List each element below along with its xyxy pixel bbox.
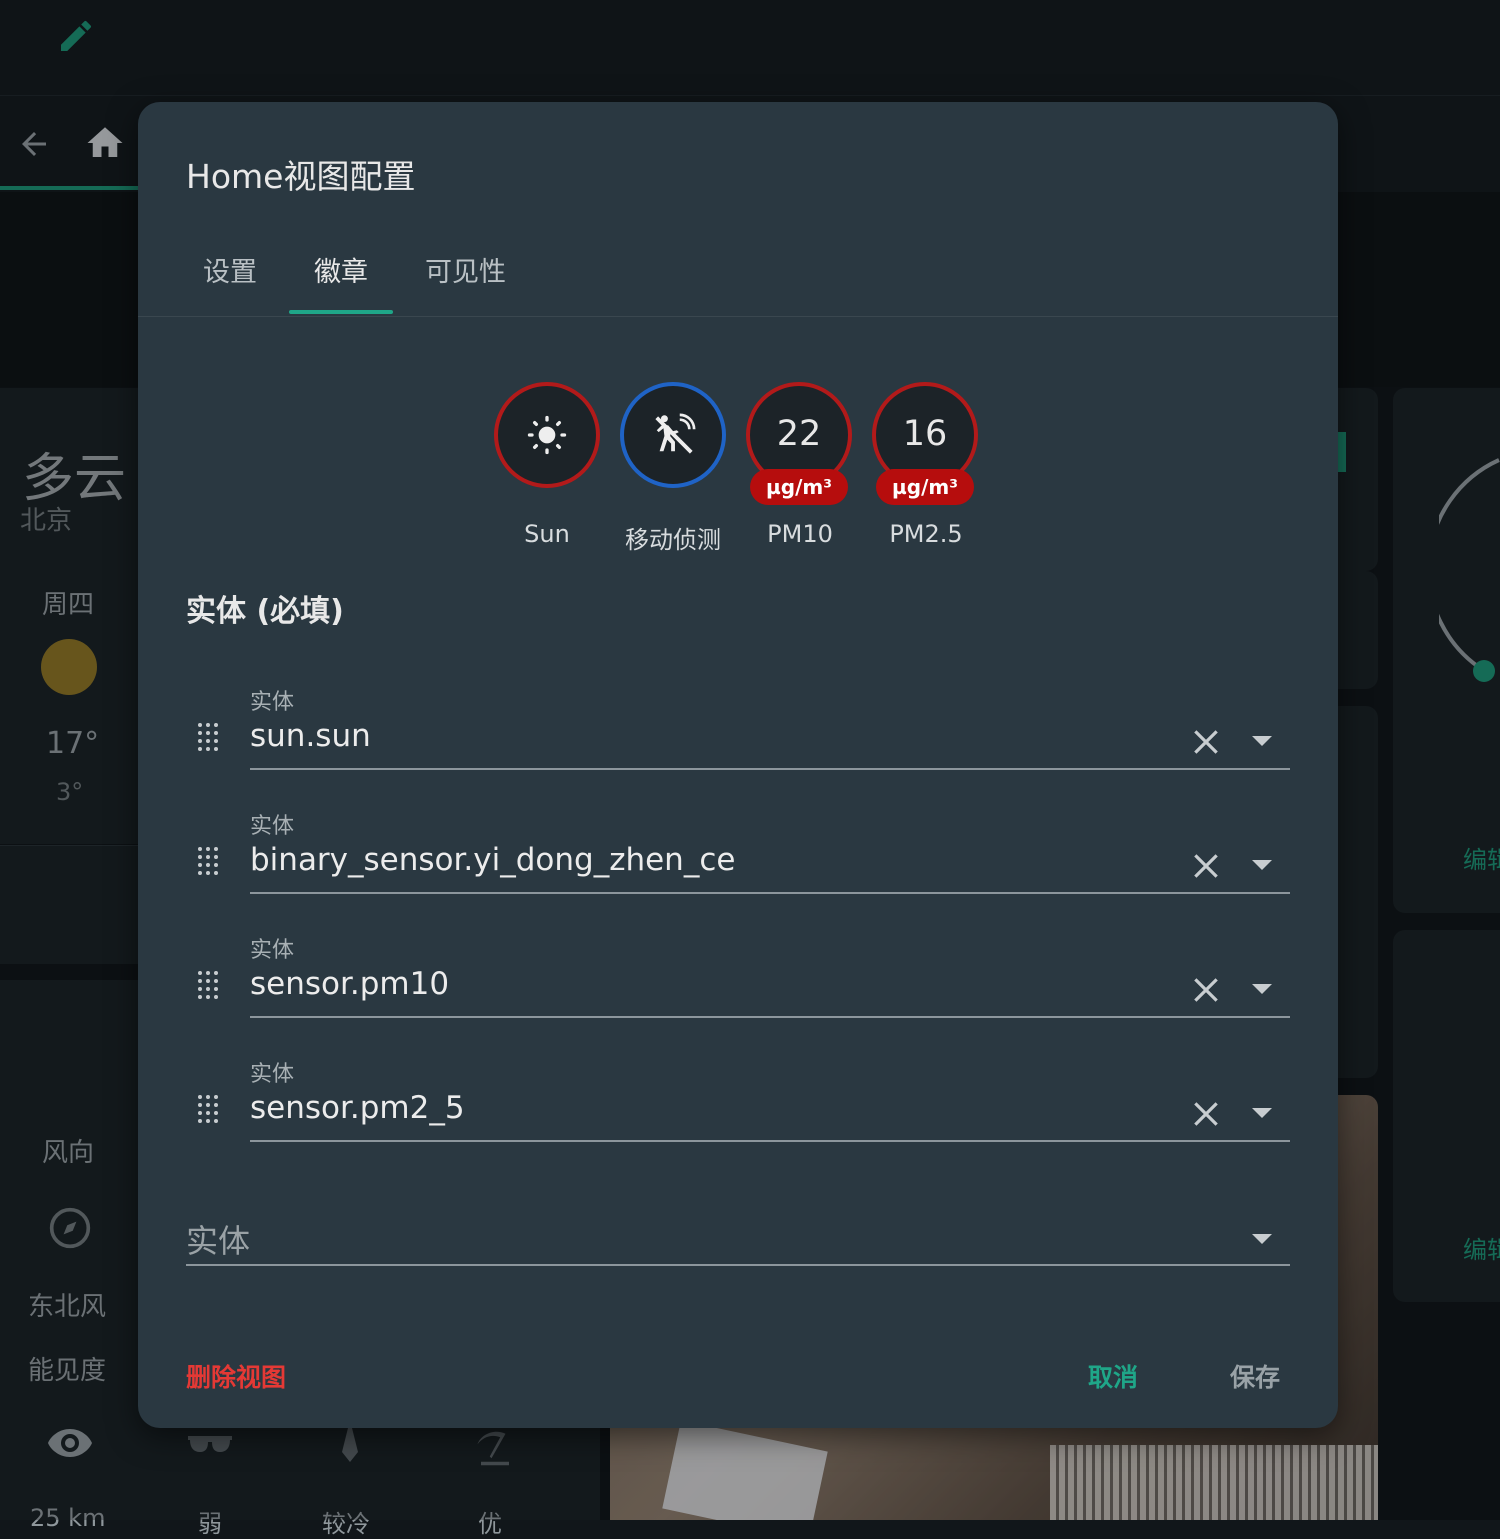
badge-motion-label: 移动侦测 — [625, 526, 721, 554]
entity-row: 实体 sun.sun — [186, 684, 1290, 794]
drag-handle-icon[interactable] — [196, 722, 220, 752]
dropdown-caret-icon[interactable] — [1252, 860, 1272, 870]
clear-icon[interactable] — [1190, 1098, 1222, 1130]
entity-field-value[interactable]: sun.sun — [250, 718, 371, 754]
entity-field-value[interactable]: binary_sensor.yi_dong_zhen_ce — [250, 842, 735, 878]
entity-field-label: 实体 — [250, 814, 295, 839]
active-tab-indicator — [289, 310, 393, 314]
add-entity-placeholder: 实体 — [186, 1222, 251, 1260]
badge-pm25-unit: µg/m³ — [876, 469, 974, 505]
badge-pm25-value: 16 — [902, 414, 948, 454]
entity-row: 实体 binary_sensor.yi_dong_zhen_ce — [186, 808, 1290, 918]
clear-icon[interactable] — [1190, 974, 1222, 1006]
badge-motion[interactable] — [620, 382, 726, 488]
entity-field-value[interactable]: sensor.pm10 — [250, 966, 449, 1002]
dialog-tabs: 设置 徽章 可见性 — [138, 232, 1338, 317]
drag-handle-icon[interactable] — [196, 1094, 220, 1124]
drag-handle-icon[interactable] — [196, 846, 220, 876]
badge-pm10-unit: µg/m³ — [750, 469, 848, 505]
field-underline — [250, 1140, 1290, 1142]
tab-settings[interactable]: 设置 — [203, 250, 257, 289]
entity-field-label: 实体 — [250, 938, 295, 963]
entity-field-label: 实体 — [250, 690, 295, 715]
badge-pm10-value: 22 — [776, 414, 822, 454]
clear-icon[interactable] — [1190, 850, 1222, 882]
sun-icon — [527, 415, 567, 455]
clear-icon[interactable] — [1190, 726, 1222, 758]
tab-badges[interactable]: 徽章 — [314, 250, 368, 289]
motion-sensor-icon — [655, 413, 696, 454]
dialog-title: Home视图配置 — [186, 157, 416, 196]
field-underline — [250, 1016, 1290, 1018]
entities-section-title: 实体 (必填) — [186, 594, 344, 629]
entity-field-label: 实体 — [250, 1062, 295, 1087]
drag-handle-icon[interactable] — [196, 970, 220, 1000]
entity-row: 实体 sensor.pm2_5 — [186, 1056, 1290, 1166]
tab-visibility[interactable]: 可见性 — [425, 250, 506, 289]
field-underline — [250, 768, 1290, 770]
cancel-button[interactable]: 取消 — [1088, 1358, 1138, 1394]
dropdown-caret-icon[interactable] — [1252, 1234, 1272, 1244]
badge-pm25-label: PM2.5 — [889, 520, 963, 548]
view-config-dialog: Home视图配置 设置 徽章 可见性 Sun 移动侦测 22 µg/m³ PM1… — [138, 102, 1338, 1428]
badge-sun[interactable] — [494, 382, 600, 488]
dropdown-caret-icon[interactable] — [1252, 984, 1272, 994]
entity-field-value[interactable]: sensor.pm2_5 — [250, 1090, 465, 1126]
save-button[interactable]: 保存 — [1230, 1358, 1280, 1394]
field-underline — [250, 892, 1290, 894]
delete-view-button[interactable]: 删除视图 — [186, 1358, 286, 1394]
add-entity-picker[interactable]: 实体 — [186, 1210, 1290, 1270]
entity-row: 实体 sensor.pm10 — [186, 932, 1290, 1042]
dropdown-caret-icon[interactable] — [1252, 1108, 1272, 1118]
dropdown-caret-icon[interactable] — [1252, 736, 1272, 746]
badge-sun-label: Sun — [524, 520, 570, 548]
badge-pm10-label: PM10 — [767, 520, 833, 548]
field-underline — [186, 1264, 1290, 1266]
